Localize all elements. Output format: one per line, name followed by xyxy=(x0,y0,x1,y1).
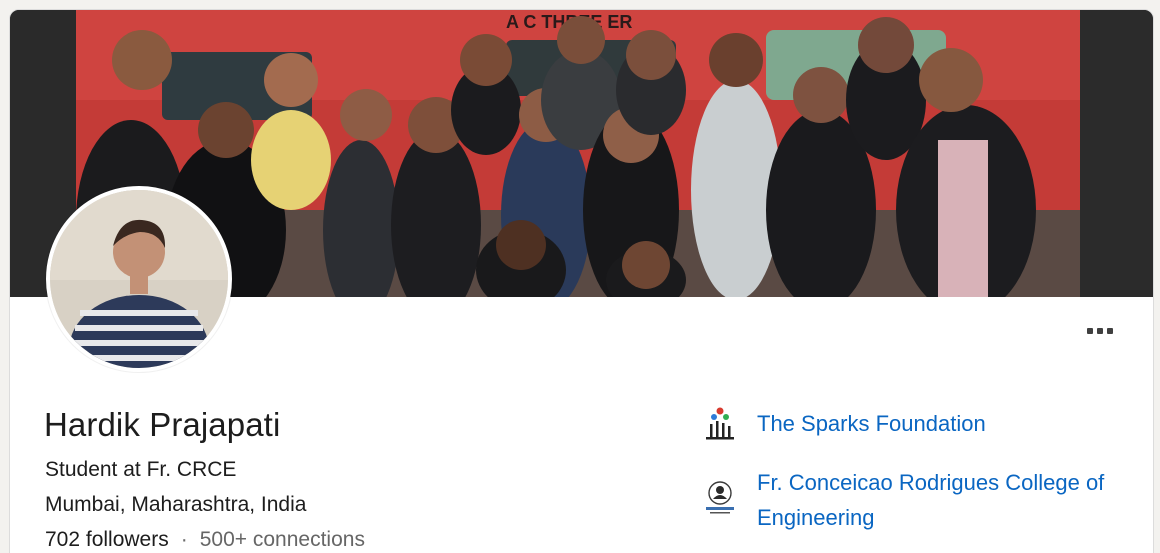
profile-stats: 702 followers · 500+ connections xyxy=(45,528,365,552)
org-name: Fr. Conceicao Rodrigues College of Engin… xyxy=(757,470,1105,530)
connections-count[interactable]: 500+ connections xyxy=(200,528,365,552)
org-name: The Sparks Foundation xyxy=(757,411,986,436)
stats-separator: · xyxy=(180,528,188,551)
crce-logo xyxy=(706,481,734,514)
more-actions-button[interactable] xyxy=(1078,316,1122,346)
more-horizontal-icon xyxy=(1087,328,1093,334)
sparks-foundation-logo xyxy=(706,407,734,440)
profile-card: A C THREE ER xyxy=(9,9,1154,553)
org-link-sparks-foundation[interactable]: The Sparks Foundation xyxy=(700,406,1117,444)
profile-avatar[interactable] xyxy=(46,186,232,372)
org-link-crce[interactable]: Fr. Conceicao Rodrigues College of Engin… xyxy=(700,465,1117,535)
profile-headline: Student at Fr. CRCE xyxy=(45,458,237,481)
followers-count[interactable]: 702 followers xyxy=(45,528,169,552)
profile-location: Mumbai, Maharashtra, India xyxy=(45,493,307,516)
profile-name: Hardik Prajapati xyxy=(44,406,281,443)
avatar-photo xyxy=(50,190,228,368)
